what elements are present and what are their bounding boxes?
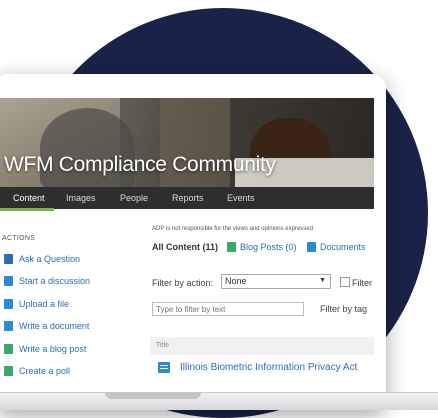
filter-action-select[interactable]: None ▼: [221, 274, 331, 289]
upload-file-icon: [4, 299, 13, 309]
question-icon: [4, 254, 13, 264]
tab-all-content[interactable]: All Content (11): [152, 242, 218, 252]
filter-checkbox[interactable]: [340, 277, 350, 287]
community-banner: WFM Compliance Community: [0, 98, 374, 187]
disclaimer-text: ADP is not responsible for the views and…: [152, 226, 313, 232]
tab-people[interactable]: People: [120, 193, 148, 203]
table-row[interactable]: Illinois Biometric Information Privacy A…: [180, 362, 357, 373]
laptop-notch: [105, 392, 201, 399]
tab-events[interactable]: Events: [227, 193, 255, 203]
filter-checkbox-label: Filter: [352, 278, 372, 288]
column-title[interactable]: Title: [156, 342, 169, 349]
document-icon: [4, 321, 13, 331]
select-value: None: [225, 276, 247, 286]
blog-post-icon: [4, 344, 13, 354]
poll-icon: [4, 366, 13, 376]
discussion-icon: [4, 276, 13, 286]
tab-content[interactable]: Content: [13, 193, 45, 203]
document-icon: [307, 242, 316, 252]
community-nav: Content Images People Reports Events: [0, 187, 374, 209]
filter-action-label: Filter by action:: [152, 278, 214, 288]
actions-heading: ACTIONS: [2, 235, 36, 242]
tab-documents[interactable]: Documents: [320, 242, 366, 252]
tab-images[interactable]: Images: [66, 193, 96, 203]
browser-screen: WFM Compliance Community Content Images …: [0, 98, 374, 388]
document-icon: [158, 362, 170, 373]
banner-title: WFM Compliance Community: [4, 153, 276, 176]
text-filter-input[interactable]: [152, 302, 304, 316]
filter-by-tag-link[interactable]: Filter by tag: [320, 304, 367, 314]
tab-blog-posts[interactable]: Blog Posts (0): [240, 242, 297, 252]
chevron-down-icon: ▼: [319, 277, 326, 284]
active-tab-indicator: [0, 208, 54, 211]
tab-reports[interactable]: Reports: [172, 193, 204, 203]
laptop-base: [0, 392, 438, 410]
table-header: Title: [150, 337, 374, 355]
blog-post-icon: [227, 242, 236, 252]
